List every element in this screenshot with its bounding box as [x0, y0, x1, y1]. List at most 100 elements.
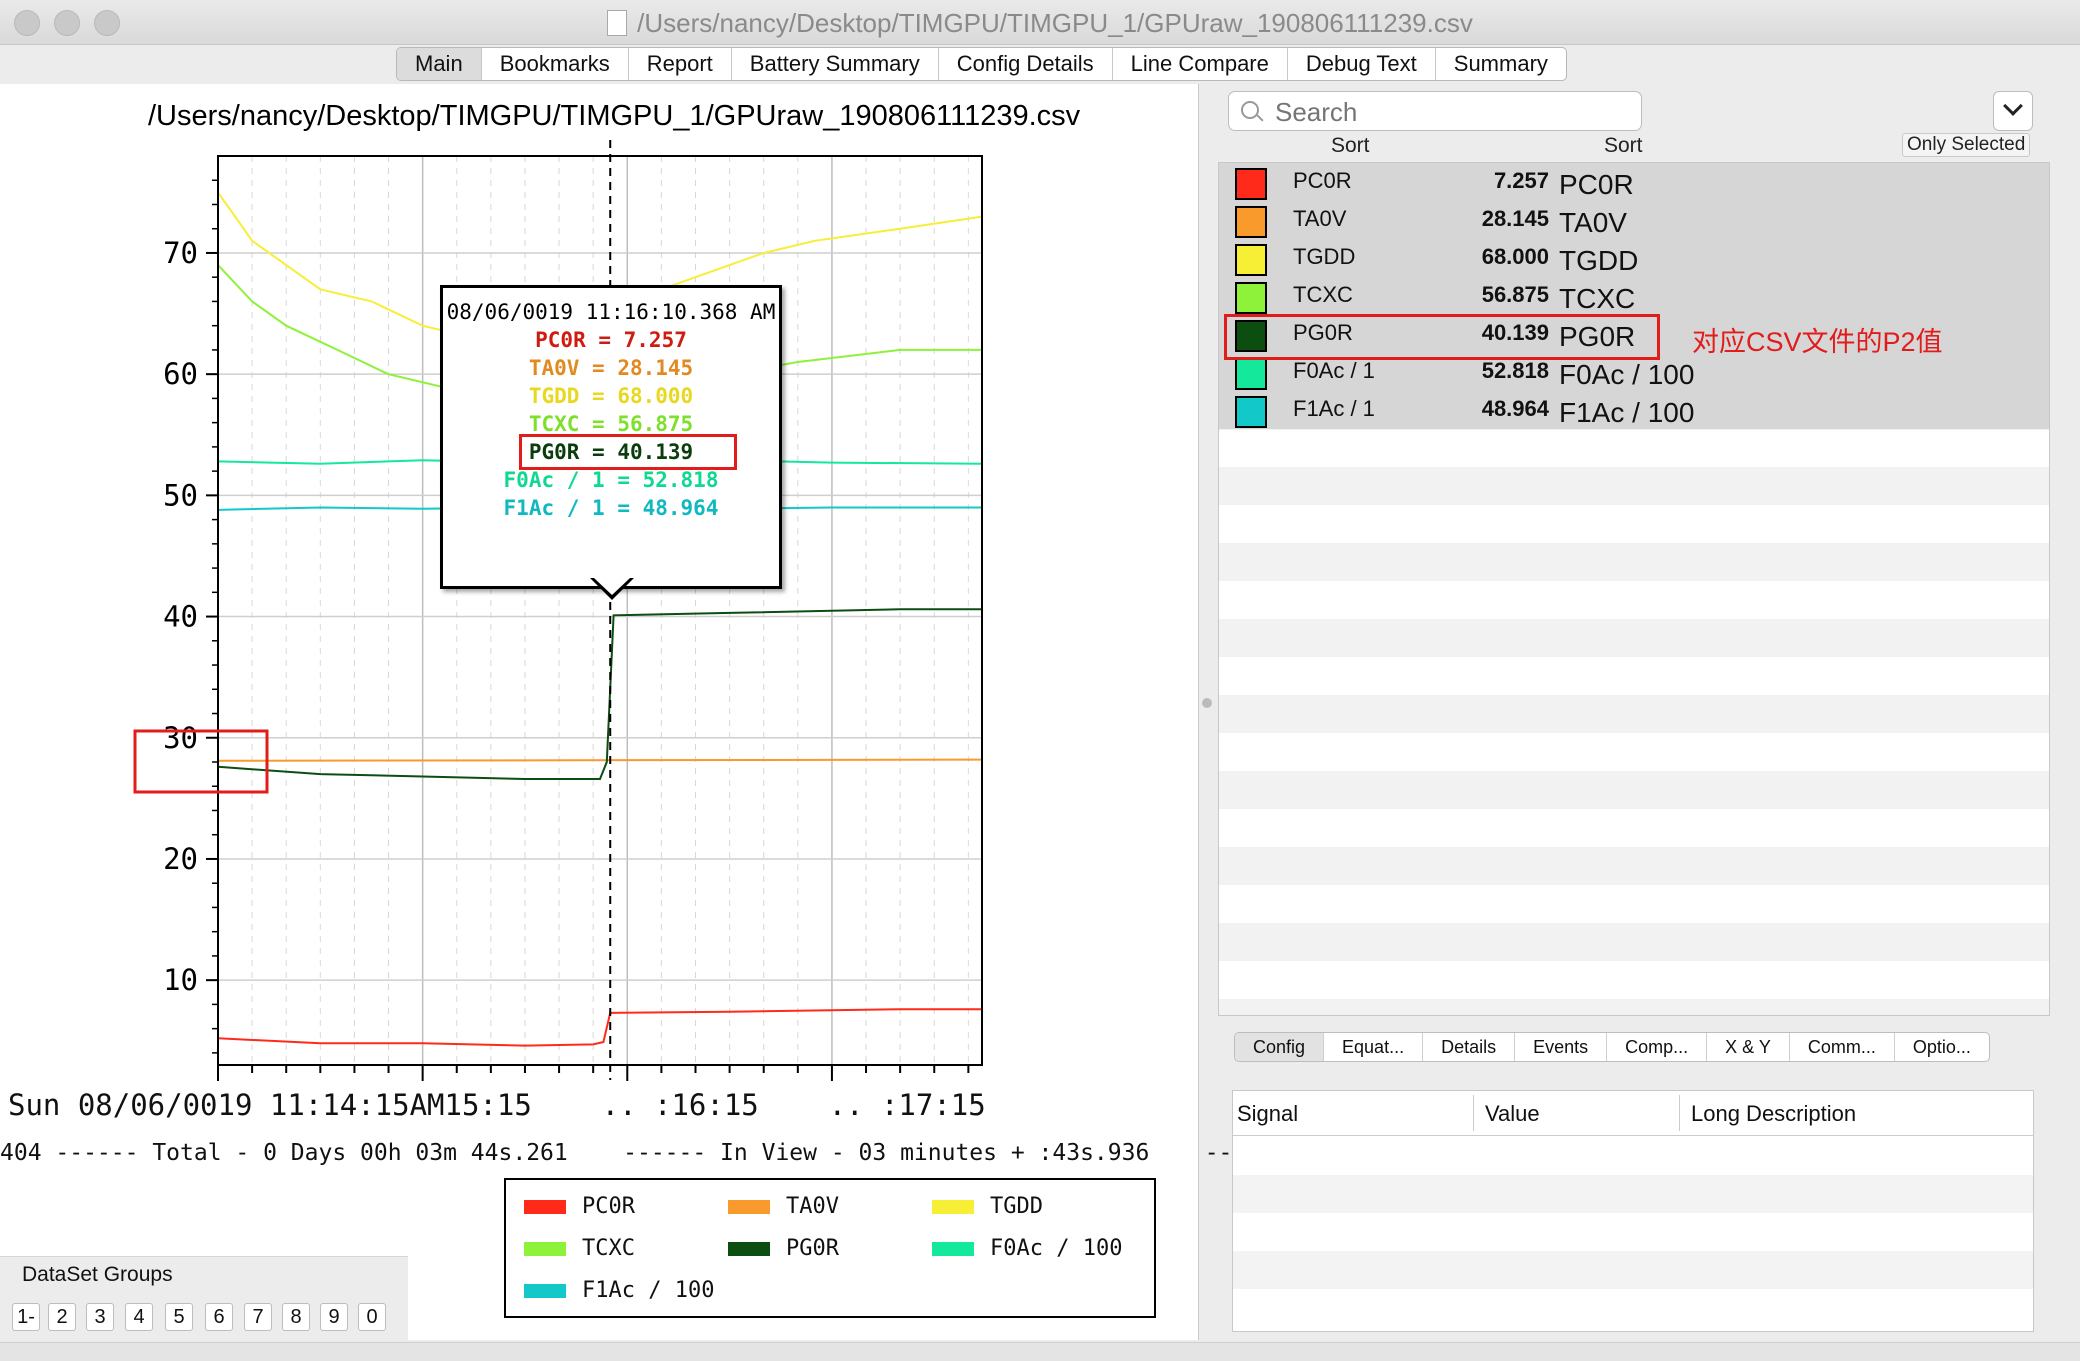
- dataset-group-button[interactable]: 6: [205, 1303, 233, 1331]
- empty-row: [1219, 923, 2049, 961]
- dataset-group-button[interactable]: 3: [86, 1303, 114, 1331]
- sort-value-button[interactable]: Sort: [1331, 134, 1370, 158]
- dataset-group-button[interactable]: 9: [320, 1303, 348, 1331]
- series-line-pg0r: [217, 608, 982, 780]
- dataset-group-button[interactable]: 7: [244, 1303, 272, 1331]
- legend-item[interactable]: TGDD: [932, 1194, 1043, 1219]
- tooltip-line-pc0r: PC0R = 7.257: [535, 328, 687, 352]
- empty-row: [1219, 695, 2049, 733]
- tooltip-line-ta0v: TA0V = 28.145: [528, 356, 694, 380]
- tab-options[interactable]: Optio...: [1895, 1033, 1989, 1061]
- tab-config-details[interactable]: Config Details: [939, 48, 1113, 80]
- tab-main[interactable]: Main: [397, 48, 482, 80]
- dataset-group-button[interactable]: 2: [48, 1303, 76, 1331]
- signal-color-swatch[interactable]: [1235, 168, 1267, 200]
- empty-row: [1219, 847, 2049, 885]
- sort-description-button[interactable]: Sort: [1604, 134, 1643, 158]
- series-line-pc0r: [217, 1008, 982, 1047]
- signal-color-swatch[interactable]: [1235, 206, 1267, 238]
- tab-equations[interactable]: Equat...: [1324, 1033, 1424, 1061]
- dataset-group-button[interactable]: 0: [358, 1303, 386, 1331]
- signal-name: TCXC: [1293, 282, 1353, 307]
- dataset-group-button[interactable]: 4: [125, 1303, 153, 1331]
- tab-debug-text[interactable]: Debug Text: [1288, 48, 1436, 80]
- annotation-text: 对应CSV文件的P2值: [1692, 327, 1943, 357]
- signal-name: F1Ac / 1: [1293, 396, 1375, 421]
- legend-label: TCXC: [582, 1236, 635, 1261]
- dataset-groups: DataSet Groups 1- 2 3 4 5 6 7 8 9 0: [0, 1256, 408, 1343]
- y-tick-label: 50: [163, 478, 198, 512]
- tab-comments[interactable]: Comm...: [1790, 1033, 1895, 1061]
- signal-table: PC0R 7.257 PC0R TA0V 28.145 TA0V TGDD 68…: [1218, 162, 2050, 1016]
- window-title-text: /Users/nancy/Desktop/TIMGPU/TIMGPU_1/GPU…: [637, 8, 1473, 38]
- pg0r-row-highlight-box: [1224, 314, 1660, 360]
- tab-battery-summary[interactable]: Battery Summary: [732, 48, 939, 80]
- signal-name: TA0V: [1293, 206, 1347, 231]
- dataset-group-button[interactable]: 1-: [12, 1303, 40, 1331]
- column-header-value[interactable]: Value: [1485, 1101, 1540, 1127]
- line-chart[interactable]: 10 20 30 40 50 60 70: [0, 140, 1000, 1090]
- chart-title: /Users/nancy/Desktop/TIMGPU/TIMGPU_1/GPU…: [148, 100, 1081, 132]
- signal-color-swatch[interactable]: [1235, 282, 1267, 314]
- signal-row[interactable]: TCXC 56.875 TCXC: [1219, 277, 2049, 316]
- legend-item[interactable]: PG0R: [728, 1236, 839, 1261]
- detail-table: Signal Value Long Description: [1232, 1090, 2034, 1332]
- window-title: /Users/nancy/Desktop/TIMGPU/TIMGPU_1/GPU…: [0, 8, 2080, 39]
- tab-bookmarks[interactable]: Bookmarks: [482, 48, 629, 80]
- signal-value: 52.818: [1481, 358, 1549, 383]
- signal-name: PC0R: [1293, 168, 1352, 193]
- signal-row[interactable]: PC0R 7.257 PC0R: [1219, 163, 2049, 202]
- column-header-signal[interactable]: Signal: [1237, 1101, 1298, 1127]
- signal-value: 48.964: [1481, 396, 1549, 421]
- y-tick-label: 20: [163, 842, 198, 876]
- tab-details[interactable]: Details: [1423, 1033, 1516, 1061]
- signal-description: F1Ac / 100: [1559, 397, 1695, 428]
- tab-summary[interactable]: Summary: [1436, 48, 1566, 80]
- legend-item[interactable]: F1Ac / 100: [524, 1278, 714, 1303]
- signal-description: TA0V: [1559, 207, 1627, 238]
- column-divider: [1473, 1095, 1474, 1131]
- series-line-ta0v: [217, 758, 983, 762]
- column-divider: [1679, 1095, 1680, 1131]
- signal-color-swatch[interactable]: [1235, 396, 1267, 428]
- legend-label: PC0R: [582, 1194, 635, 1219]
- tab-compare[interactable]: Comp...: [1607, 1033, 1708, 1061]
- signal-description: TGDD: [1559, 245, 1639, 276]
- legend-item[interactable]: PC0R: [524, 1194, 635, 1219]
- only-selected-toggle[interactable]: Only Selected: [1902, 133, 2031, 157]
- signal-row[interactable]: TGDD 68.000 TGDD: [1219, 239, 2049, 278]
- y-tick-label: 60: [163, 357, 198, 391]
- signal-row[interactable]: TA0V 28.145 TA0V: [1219, 201, 2049, 240]
- main-tab-bar: Main Bookmarks Report Battery Summary Co…: [396, 47, 1567, 81]
- filter-dropdown-button[interactable]: [1993, 91, 2033, 131]
- legend-item[interactable]: TA0V: [728, 1194, 839, 1219]
- search-field[interactable]: [1228, 91, 1642, 131]
- document-icon: [607, 10, 628, 36]
- signal-color-swatch[interactable]: [1235, 244, 1267, 276]
- signal-color-swatch[interactable]: [1235, 358, 1267, 390]
- empty-row: [1219, 619, 2049, 657]
- empty-row: [1233, 1175, 2033, 1213]
- legend-swatch: [728, 1199, 770, 1214]
- signal-description: TCXC: [1559, 283, 1636, 314]
- signal-row[interactable]: F1Ac / 1 48.964 F1Ac / 100: [1219, 391, 2049, 430]
- dataset-group-button[interactable]: 5: [165, 1303, 193, 1331]
- signal-name: TGDD: [1293, 244, 1356, 269]
- y-tick-label: 10: [163, 963, 198, 997]
- tab-events[interactable]: Events: [1515, 1033, 1608, 1061]
- signal-name: F0Ac / 1: [1293, 358, 1375, 383]
- tab-x-and-y[interactable]: X & Y: [1707, 1033, 1790, 1061]
- tab-report[interactable]: Report: [629, 48, 732, 80]
- splitter-handle[interactable]: [1202, 698, 1212, 708]
- tab-config[interactable]: Config: [1235, 1033, 1325, 1061]
- search-icon: [1241, 101, 1259, 119]
- y-tick-label: 30: [163, 721, 198, 755]
- header-divider: [1233, 1135, 2033, 1136]
- dataset-group-button[interactable]: 8: [282, 1303, 310, 1331]
- tab-line-compare[interactable]: Line Compare: [1113, 48, 1288, 80]
- legend-item[interactable]: TCXC: [524, 1236, 635, 1261]
- column-header-long-description[interactable]: Long Description: [1691, 1101, 1856, 1127]
- search-input[interactable]: [1273, 96, 1637, 128]
- tooltip-pointer-fill: [594, 578, 630, 595]
- legend-item[interactable]: F0Ac / 100: [932, 1236, 1122, 1261]
